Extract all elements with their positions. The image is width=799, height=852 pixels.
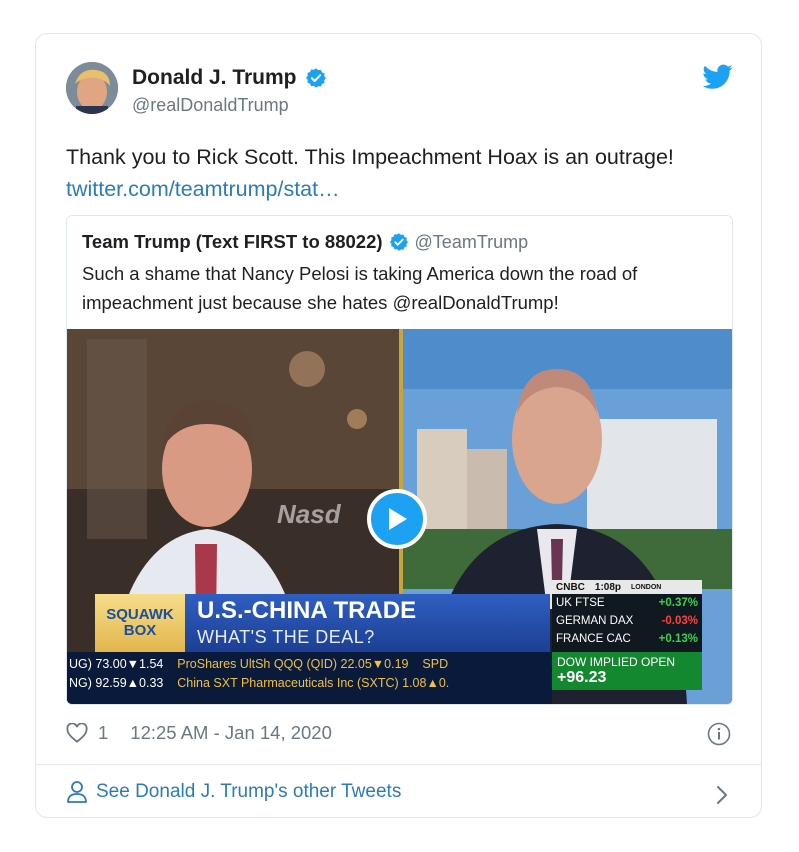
video-thumbnail[interactable]: Nasd SQUAWK BOX U.S.-CHINA TRADE WHAT'S …: [67, 329, 732, 704]
ticker-row-2: NG) 92.59▲0.33 China SXT Pharmaceuticals…: [67, 674, 552, 693]
headline-banner: U.S.-CHINA TRADE WHAT'S THE DEAL?: [185, 594, 550, 652]
market-label: UK FTSE: [556, 597, 605, 609]
ticker-item: China SXT Pharmaceuticals Inc (SXTC) 1.0…: [177, 676, 450, 690]
chevron-right-icon[interactable]: [715, 784, 729, 806]
market-row: GERMAN DAX -0.03%: [556, 615, 698, 627]
market-value: +0.37%: [658, 597, 698, 609]
network-city: LONDON: [631, 583, 662, 591]
info-icon[interactable]: [707, 722, 731, 746]
network-bar: CNBC 1:08p LONDON: [552, 580, 702, 594]
timestamp[interactable]: 12:25 AM - Jan 14, 2020: [130, 722, 332, 744]
studio-watermark: Nasd: [277, 499, 341, 529]
tweet-body: Thank you to Rick Scott. This Impeachmen…: [66, 145, 674, 169]
dow-box: DOW IMPLIED OPEN +96.23: [552, 652, 702, 690]
market-label: GERMAN DAX: [556, 615, 634, 627]
market-label: FRANCE CAC: [556, 633, 631, 645]
ticker-item: UG) 73.00▼1.54: [69, 657, 164, 671]
author-name[interactable]: Donald J. Trump: [132, 66, 297, 90]
twitter-bird-icon[interactable]: [703, 64, 733, 90]
quoted-tweet[interactable]: Team Trump (Text FIRST to 88022) @TeamTr…: [66, 215, 733, 705]
tweet-text: Thank you to Rick Scott. This Impeachmen…: [66, 141, 746, 205]
show-logo-line2: BOX: [123, 622, 157, 639]
ticker-item: ProShares UltSh QQQ (QID) 22.05▼0.19: [177, 657, 409, 671]
verified-badge-icon: [305, 68, 326, 88]
dow-label: DOW IMPLIED OPEN: [557, 655, 676, 669]
author-handle[interactable]: @realDonaldTrump: [132, 95, 289, 116]
avatar-image: [66, 62, 118, 114]
other-tweets-link[interactable]: See Donald J. Trump's other Tweets: [66, 780, 401, 804]
divider: [36, 764, 761, 765]
market-row: FRANCE CAC +0.13%: [556, 633, 698, 645]
ticker-item: NG) 92.59▲0.33: [69, 676, 164, 690]
show-logo-line1: SQUAWK: [106, 606, 174, 623]
ticker-item: SPD: [422, 657, 449, 671]
quoted-header: Team Trump (Text FIRST to 88022) @TeamTr…: [82, 231, 528, 253]
headline: U.S.-CHINA TRADE: [197, 597, 417, 624]
like-count[interactable]: 1: [98, 722, 108, 744]
market-box: CNBC 1:08p LONDON UK FTSE +0.37% GERMAN …: [552, 580, 702, 690]
market-row: UK FTSE +0.37%: [556, 597, 698, 609]
quoted-author-name[interactable]: Team Trump (Text FIRST to 88022): [82, 231, 383, 253]
show-logo: SQUAWK BOX: [95, 594, 185, 652]
quoted-author-handle[interactable]: @TeamTrump: [415, 232, 529, 253]
market-value: -0.03%: [661, 615, 698, 627]
author-name-row[interactable]: Donald J. Trump: [132, 66, 327, 90]
quoted-text: Such a shame that Nancy Pelosi is taking…: [82, 263, 638, 313]
person-icon: [67, 781, 87, 803]
play-icon: [389, 508, 407, 530]
heart-icon[interactable]: [66, 723, 88, 743]
network-logo: CNBC: [556, 581, 585, 593]
lower-third: SQUAWK BOX U.S.-CHINA TRADE WHAT'S THE D…: [95, 594, 550, 652]
dow-value: +96.23: [557, 669, 607, 686]
avatar[interactable]: [66, 62, 118, 114]
tweet-link[interactable]: twitter.com/teamtrump/stat…: [66, 173, 746, 205]
network-time: 1:08p: [594, 581, 622, 593]
subheadline: WHAT'S THE DEAL?: [197, 627, 375, 647]
play-button[interactable]: [367, 489, 427, 549]
other-tweets-label[interactable]: See Donald J. Trump's other Tweets: [96, 781, 401, 803]
verified-badge-icon: [389, 233, 408, 251]
tweet-meta: 1 12:25 AM - Jan 14, 2020: [66, 722, 332, 744]
tweet-card: Donald J. Trump @realDonaldTrump Thank y…: [35, 33, 762, 818]
ticker-row-1: UG) 73.00▼1.54 ProShares UltSh QQQ (QID)…: [67, 655, 552, 674]
market-value: +0.13%: [658, 633, 698, 645]
